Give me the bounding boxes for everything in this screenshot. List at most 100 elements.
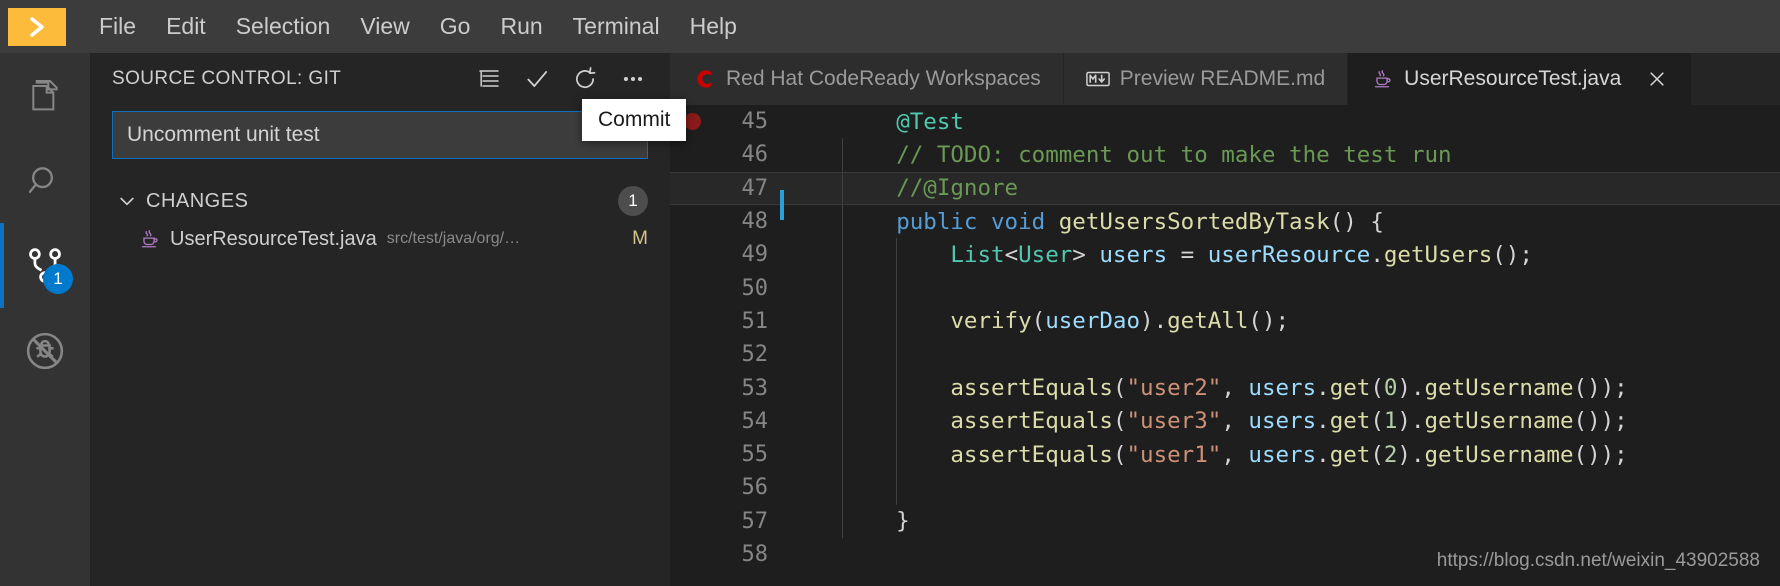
activity-item-debug[interactable] <box>0 308 90 393</box>
code-editor[interactable]: 45 @Test 46 // TODO: comment out to make … <box>670 105 1780 586</box>
indent-guide <box>896 271 898 305</box>
code-line[interactable]: 45 @Test <box>670 105 1780 138</box>
code-text: @Test <box>842 109 964 135</box>
refresh-icon[interactable] <box>572 66 598 92</box>
commit-tooltip: Commit <box>582 99 687 141</box>
code-line-body: // TODO: comment out to make the test ru… <box>802 138 1780 172</box>
file-name: UserResourceTest.java <box>170 227 377 250</box>
code-line-body <box>802 471 1780 505</box>
more-actions-ellipsis-icon[interactable] <box>620 66 646 92</box>
code-token: , <box>1221 441 1249 468</box>
code-line[interactable]: 56 <box>670 471 1780 505</box>
line-number: 58 <box>741 542 769 567</box>
java-file-icon <box>138 228 160 250</box>
panel-title: SOURCE CONTROL: GIT <box>112 68 342 89</box>
tab-preview-readme[interactable]: Preview README.md <box>1063 53 1349 105</box>
menu-item-view[interactable]: View <box>345 11 424 42</box>
menu-item-file[interactable]: File <box>84 11 151 42</box>
tab-userresourcetest-java[interactable]: UserResourceTest.java <box>1348 53 1693 105</box>
code-token: ( <box>1112 441 1127 468</box>
code-token: getUsers <box>1383 241 1493 268</box>
code-line-body: assertEquals("user3", users.get(1).getUs… <box>802 404 1780 438</box>
code-token: "user3" <box>1126 408 1222 435</box>
code-token: () { <box>1329 208 1384 235</box>
menu-item-run[interactable]: Run <box>485 11 557 42</box>
menu-item-help[interactable]: Help <box>675 11 752 42</box>
tab-red-hat-codeready-workspaces[interactable]: Red Hat CodeReady Workspaces <box>670 53 1064 105</box>
code-token: (); <box>1248 308 1290 335</box>
line-number: 50 <box>741 275 769 301</box>
code-token: . <box>1316 441 1330 468</box>
code-token: // TODO: comment out to make the test ru… <box>896 141 1452 168</box>
code-token: . <box>1316 375 1330 402</box>
code-text: List<User> users = userResource.getUsers… <box>842 242 1533 268</box>
code-line[interactable]: 55 assertEquals("user1", users.get(2).ge… <box>670 437 1780 472</box>
code-line[interactable]: 57 } <box>670 504 1780 538</box>
code-token: 1 <box>1383 408 1398 435</box>
activity-item-explorer[interactable] <box>0 53 90 138</box>
code-line[interactable]: 46 // TODO: comment out to make the test… <box>670 138 1780 172</box>
activity-item-search[interactable] <box>0 138 90 223</box>
code-line[interactable]: 51 verify(userDao).getAll(); <box>670 304 1780 339</box>
menu-item-selection[interactable]: Selection <box>221 11 346 42</box>
code-line[interactable]: 47 //@Ignore <box>670 171 1780 221</box>
menu-item-terminal[interactable]: Terminal <box>558 11 675 42</box>
active-indicator <box>0 223 4 308</box>
code-line-body: List<User> users = userResource.getUsers… <box>802 238 1780 272</box>
vscode-window: File Edit Selection View Go Run Terminal… <box>0 0 1780 586</box>
changes-group-header[interactable]: CHANGES 1 <box>90 183 670 219</box>
line-number: 53 <box>741 375 769 401</box>
code-token: getUsersSortedByTask <box>1058 208 1330 235</box>
code-line[interactable]: 50 <box>670 271 1780 305</box>
code-line[interactable]: 52 <box>670 338 1780 372</box>
code-token: ( <box>1112 408 1127 435</box>
code-token: assertEquals <box>950 441 1113 468</box>
code-text: } <box>842 508 910 534</box>
code-line[interactable]: 53 assertEquals("user2", users.get(0).ge… <box>670 371 1780 405</box>
indent-guide <box>896 471 898 505</box>
code-token: , <box>1221 375 1249 402</box>
code-token: > <box>1072 241 1100 268</box>
code-token: ( <box>1112 375 1127 402</box>
code-token: ( <box>1370 408 1384 435</box>
code-token: ()); <box>1573 375 1628 402</box>
view-as-list-icon[interactable] <box>476 66 502 92</box>
code-token: users <box>1248 375 1317 402</box>
source-control-badge: 1 <box>43 264 73 294</box>
code-line-body: assertEquals("user2", users.get(0).getUs… <box>802 371 1780 405</box>
commit-check-icon[interactable] <box>524 66 550 92</box>
commit-message-input[interactable] <box>112 111 648 159</box>
chevron-down-icon <box>116 190 138 212</box>
code-token: ( <box>1370 375 1384 402</box>
activity-item-source-control[interactable]: 1 <box>0 223 90 308</box>
menu-item-edit[interactable]: Edit <box>151 11 221 42</box>
file-status-badge: M <box>632 228 648 249</box>
indent-guide <box>842 471 843 505</box>
code-token: userResource <box>1207 241 1371 268</box>
line-number: 45 <box>741 109 769 135</box>
code-token: userDao <box>1045 308 1141 335</box>
code-line[interactable]: 48 public void getUsersSortedByTask() { <box>670 204 1780 239</box>
changes-label: CHANGES <box>146 189 249 212</box>
code-token: ()); <box>1573 408 1628 435</box>
code-line[interactable]: 49 List<User> users = userResource.getUs… <box>670 238 1780 272</box>
code-line[interactable]: 54 assertEquals("user3", users.get(1).ge… <box>670 404 1780 438</box>
menu-item-go[interactable]: Go <box>425 11 486 42</box>
code-token: . <box>1370 241 1384 268</box>
code-token: (); <box>1492 241 1533 268</box>
code-text: // TODO: comment out to make the test ru… <box>842 141 1452 168</box>
line-number: 55 <box>741 442 769 468</box>
code-token: ). <box>1397 408 1425 435</box>
java-file-icon <box>1370 67 1394 91</box>
file-path: src/test/java/org/… <box>386 230 521 247</box>
code-token: ). <box>1140 308 1168 335</box>
code-line-body <box>802 271 1780 305</box>
changed-file-row[interactable]: UserResourceTest.java src/test/java/org/… <box>90 221 670 257</box>
code-token: ( <box>1031 308 1046 335</box>
close-icon[interactable] <box>1645 67 1669 91</box>
editor-tab-bar: Red Hat CodeReady Workspaces Preview REA… <box>670 53 1780 105</box>
